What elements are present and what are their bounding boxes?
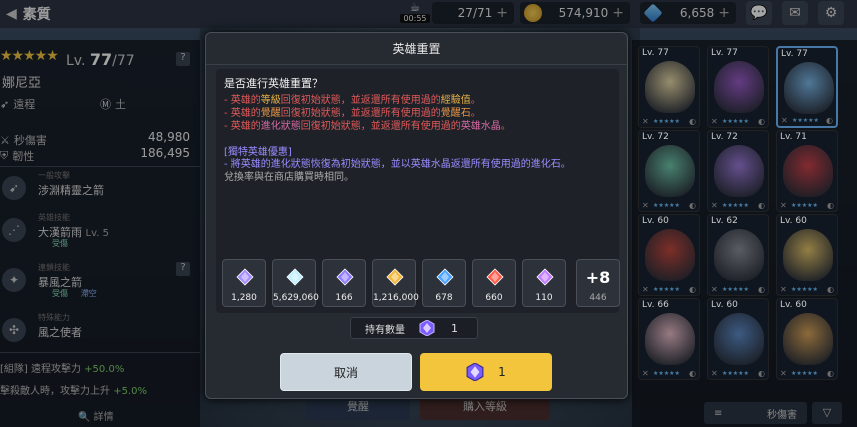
reset-line-evolution: - 英雄的進化狀態回復初始狀態，並返還所有使用過的英雄水晶。 bbox=[224, 121, 511, 132]
item-gem-icon bbox=[286, 268, 304, 286]
exchange-note: 兌換率與在商店購買時相同。 bbox=[224, 172, 354, 183]
refund-item[interactable]: 166 bbox=[322, 259, 366, 307]
hero-card-level: Lv. 66 bbox=[642, 300, 669, 310]
bonus-line: - 將英雄的進化狀態恢復為初始狀態，並以英雄水晶返還所有使用過的進化石。 bbox=[224, 159, 571, 170]
refund-item[interactable]: 5,629,060 bbox=[272, 259, 319, 307]
item-gem-icon bbox=[236, 268, 254, 286]
owned-value: 1 bbox=[451, 321, 458, 335]
more-label: +8 bbox=[585, 268, 611, 287]
owned-label: 持有數量 bbox=[365, 324, 405, 336]
hero-crystal-icon bbox=[419, 320, 435, 336]
hero-card-level: Lv. 71 bbox=[780, 132, 807, 142]
refund-item[interactable]: 1,216,000 bbox=[372, 259, 419, 307]
refund-item[interactable]: 110 bbox=[522, 259, 566, 307]
hero-card-level: Lv. 62 bbox=[711, 216, 738, 226]
item-count: 5,629,060 bbox=[273, 293, 319, 303]
hero-reset-dialog: 英雄重置 是否進行英雄重置？ - 英雄的等級回復初始狀態，並返還所有使用過的經驗… bbox=[205, 32, 628, 399]
hero-card-level: Lv. 72 bbox=[642, 132, 669, 142]
item-count: 678 bbox=[435, 293, 453, 303]
hero-crystal-icon bbox=[466, 363, 484, 381]
item-count: 110 bbox=[535, 293, 553, 303]
item-gem-icon bbox=[486, 268, 504, 286]
confirm-reset-button[interactable]: 1 bbox=[420, 353, 552, 391]
refund-item[interactable]: 678 bbox=[422, 259, 466, 307]
more-items-button[interactable]: +8 446 bbox=[576, 259, 620, 307]
hero-card-level: Lv. 60 bbox=[711, 300, 738, 310]
dialog-title: 英雄重置 bbox=[206, 33, 627, 65]
confirm-cost: 1 bbox=[498, 365, 506, 379]
dialog-body: 是否進行英雄重置？ - 英雄的等級回復初始狀態，並返還所有使用過的經驗值。 - … bbox=[216, 69, 619, 269]
item-gem-icon bbox=[336, 268, 354, 286]
owned-quantity: 持有數量 1 bbox=[350, 317, 478, 339]
more-count: 446 bbox=[589, 293, 607, 303]
hero-card-level: Lv. 60 bbox=[642, 216, 669, 226]
item-gem-icon bbox=[386, 268, 404, 286]
hero-card-level: Lv. 77 bbox=[781, 49, 808, 59]
bonus-title: [獨特英雄優惠] bbox=[224, 147, 292, 158]
item-gem-icon bbox=[436, 268, 454, 286]
item-count: 660 bbox=[485, 293, 503, 303]
hero-card-level: Lv. 60 bbox=[780, 216, 807, 226]
refund-item[interactable]: 1,280 bbox=[222, 259, 266, 307]
hero-card-level: Lv. 60 bbox=[780, 300, 807, 310]
refund-items: 1,280 5,629,060 166 1,216,000 678 660 110 +8 4… bbox=[216, 253, 620, 313]
dialog-question: 是否進行英雄重置？ bbox=[224, 77, 323, 90]
item-count: 1,216,000 bbox=[373, 293, 419, 303]
reset-line-level: - 英雄的等級回復初始狀態，並返還所有使用過的經驗值。 bbox=[224, 95, 481, 106]
item-count: 1,280 bbox=[231, 293, 257, 303]
reset-line-awaken: - 英雄的覺醒回復初始狀態，並返還所有使用過的覺醒石。 bbox=[224, 108, 481, 119]
hero-card-level: Lv. 77 bbox=[642, 48, 669, 58]
hero-card-level: Lv. 77 bbox=[711, 48, 738, 58]
item-count: 166 bbox=[335, 293, 353, 303]
hero-card-level: Lv. 72 bbox=[711, 132, 738, 142]
item-gem-icon bbox=[536, 268, 554, 286]
cancel-button[interactable]: 取消 bbox=[280, 353, 412, 391]
refund-item[interactable]: 660 bbox=[472, 259, 516, 307]
